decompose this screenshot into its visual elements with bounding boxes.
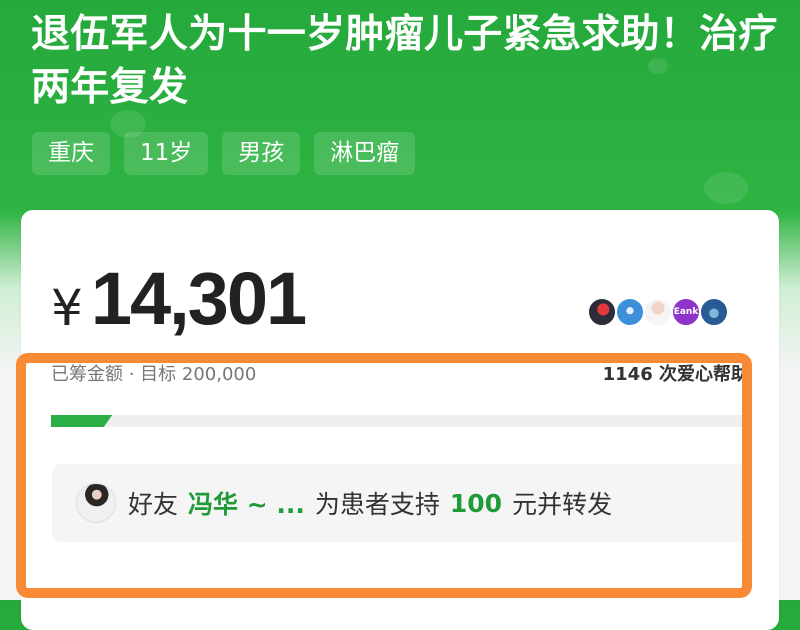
- friend-support-notice[interactable]: 好友 冯华 ~ ... 为患者支持 100 元并转发: [52, 464, 752, 542]
- campaign-header: 退伍军人为十一岁肿瘤儿子紧急求助！治疗两年复发 重庆 11岁 男孩 淋巴瘤: [0, 0, 800, 206]
- support-suffix: 元并转发: [512, 490, 613, 519]
- fundraising-card: ¥ 14,301 Eank 已筹金额 · 目标 200,000 1146 次爱心…: [21, 210, 779, 630]
- friend-avatar: [76, 483, 116, 523]
- avatar: [699, 297, 729, 327]
- target-summary: 已筹金额 · 目标 200,000: [51, 364, 257, 385]
- tag-list: 重庆 11岁 男孩 淋巴瘤: [32, 132, 416, 175]
- currency-symbol: ¥: [51, 279, 83, 337]
- support-amount: 100: [449, 488, 503, 518]
- raised-amount: ¥ 14,301: [51, 257, 307, 340]
- progress-fill: [51, 415, 100, 427]
- friend-name: 冯华 ~ ...: [188, 490, 305, 519]
- tag-age: 11岁: [124, 132, 209, 175]
- help-count: 1146 次爱心帮助: [602, 364, 749, 385]
- avatar: [643, 297, 673, 327]
- supporter-avatars[interactable]: Eank: [587, 297, 729, 327]
- fundraising-progress-bar: [51, 415, 751, 427]
- raised-amount-value: 14,301: [90, 257, 307, 340]
- avatar: [587, 297, 617, 327]
- friend-prefix: 好友: [128, 490, 179, 519]
- avatar: [615, 297, 645, 327]
- avatar: Eank: [671, 297, 701, 327]
- donation-summary-row: 已筹金额 · 目标 200,000 1146 次爱心帮助: [51, 360, 749, 385]
- tag-disease: 淋巴瘤: [314, 132, 416, 175]
- tag-location: 重庆: [32, 132, 110, 175]
- tag-gender: 男孩: [222, 132, 301, 175]
- support-text: 为患者支持: [314, 490, 440, 519]
- page-title: 退伍军人为十一岁肿瘤儿子紧急求助！治疗两年复发: [31, 12, 778, 110]
